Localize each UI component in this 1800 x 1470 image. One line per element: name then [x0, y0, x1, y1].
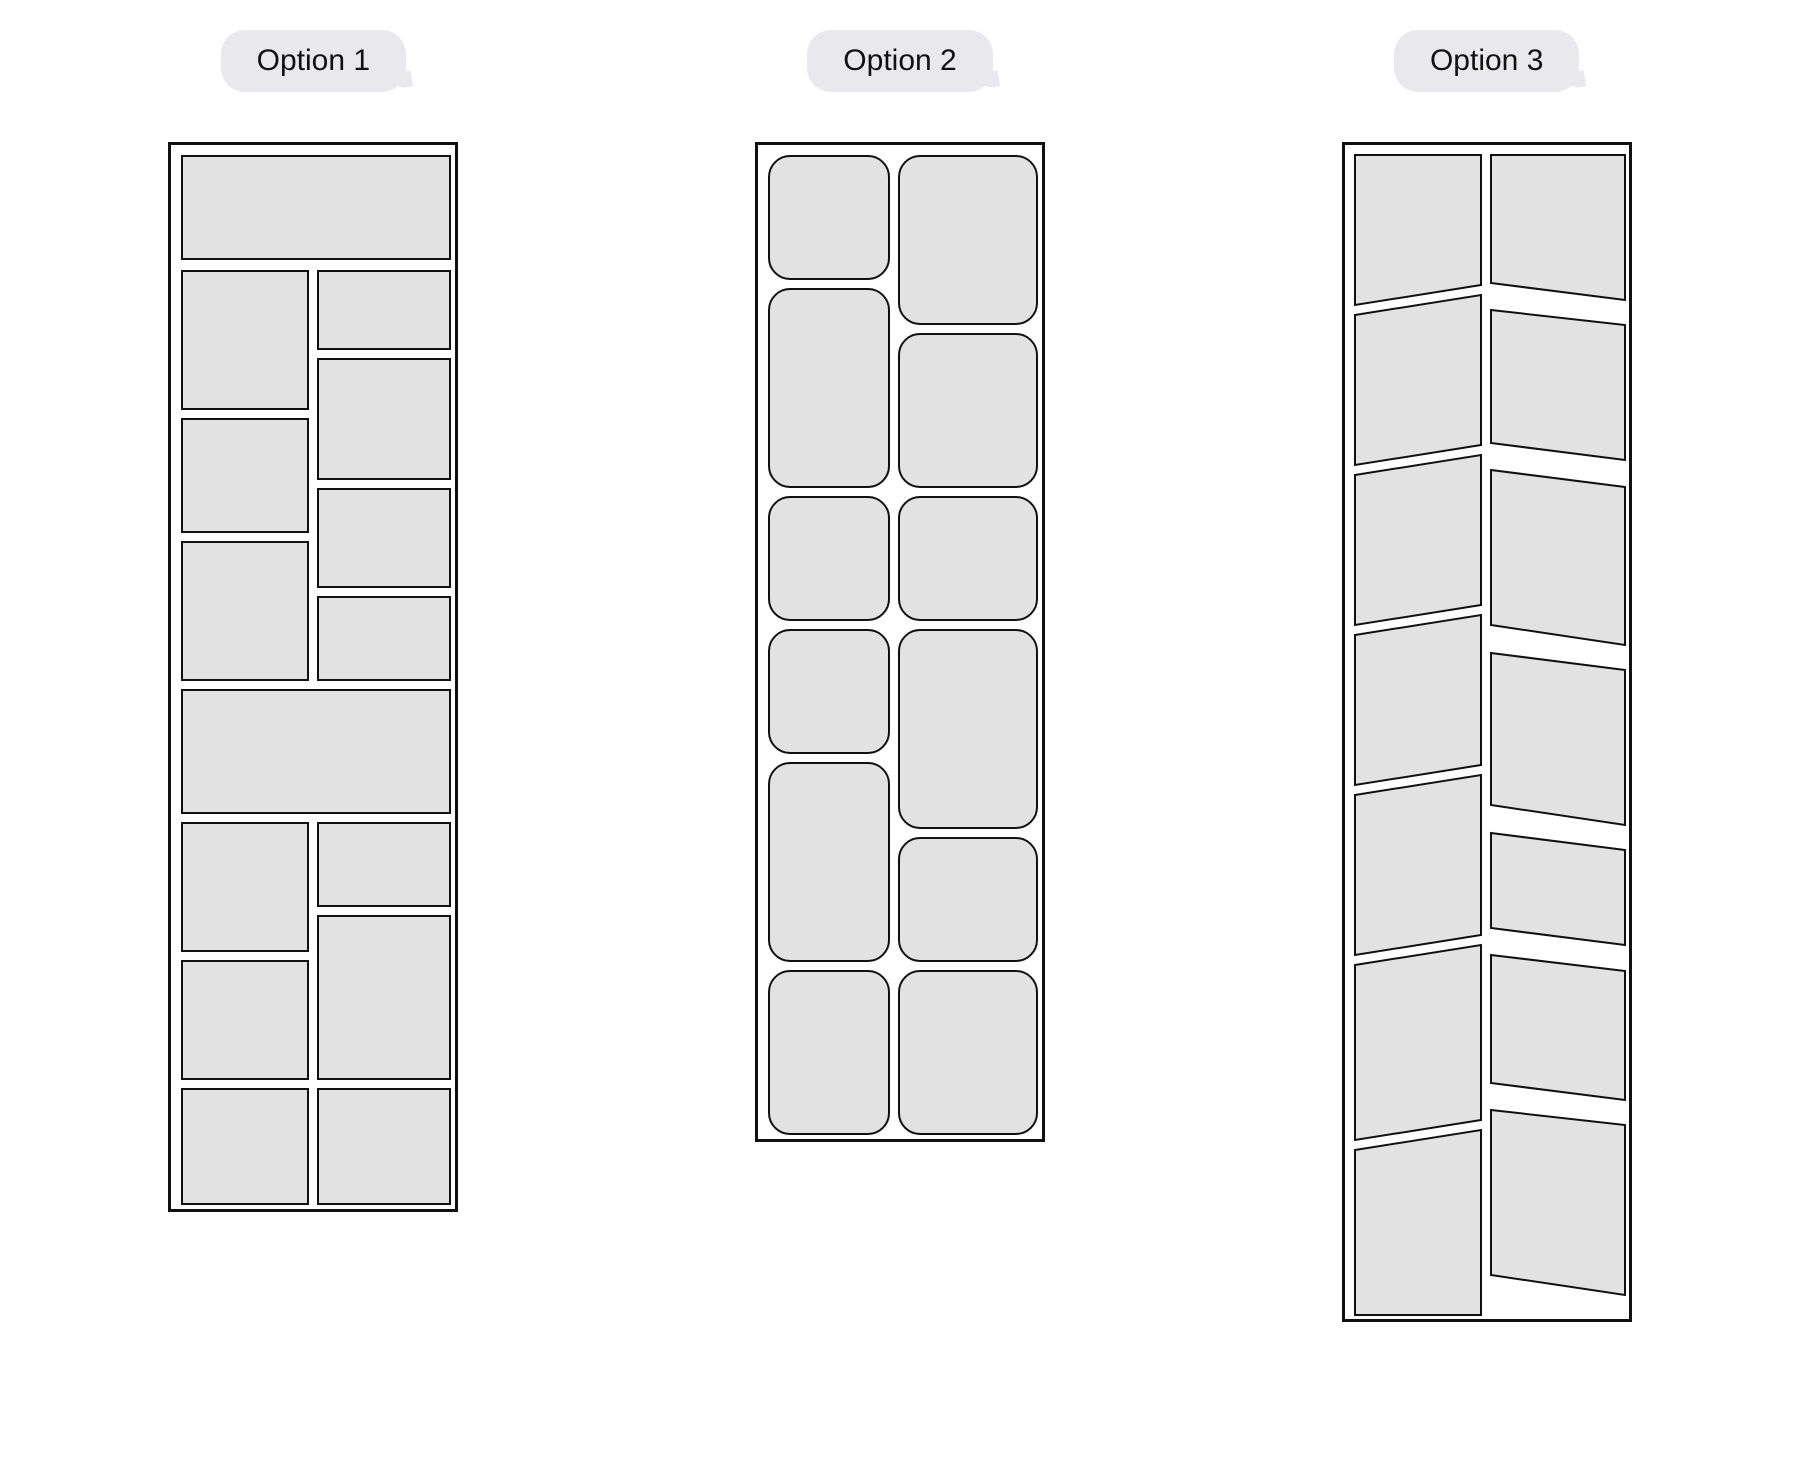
- layout-tile: [317, 1088, 451, 1205]
- layout-frame-3: [1342, 142, 1632, 1322]
- layout-tile: [898, 629, 1038, 829]
- layout-tile: [1355, 295, 1481, 465]
- layout-frame-1: [168, 142, 458, 1212]
- layout-tile: [181, 689, 451, 814]
- option-label-1: Option 1: [221, 30, 406, 92]
- layout-tile: [1491, 470, 1625, 645]
- layout-tile: [1355, 455, 1481, 625]
- layout-tile: [317, 596, 451, 681]
- layout-tile: [1491, 955, 1625, 1100]
- layout-tile: [768, 155, 890, 280]
- layout-tile: [1491, 155, 1625, 300]
- layout-tile: [1355, 1130, 1481, 1315]
- layout-tile: [181, 822, 309, 952]
- layout-tile: [317, 915, 451, 1080]
- layout-tile: [898, 155, 1038, 325]
- option-label-3: Option 3: [1394, 30, 1579, 92]
- layout-tile: [768, 762, 890, 962]
- layout-tile: [898, 837, 1038, 962]
- layout-tile: [317, 488, 451, 588]
- option-column-1: Option 1: [60, 30, 567, 1212]
- option-label-2: Option 2: [807, 30, 992, 92]
- layout-tile: [898, 333, 1038, 488]
- layout-tile: [768, 496, 890, 621]
- layout-tile: [181, 1088, 309, 1205]
- layout-tile: [1491, 310, 1625, 460]
- layout-tile: [181, 155, 451, 260]
- layout-tile: [181, 541, 309, 681]
- layout-tile: [1491, 1110, 1625, 1295]
- layout-tile: [317, 358, 451, 480]
- layout-tile: [1355, 945, 1481, 1140]
- layout-tile: [1491, 833, 1625, 945]
- layout-tile: [1491, 653, 1625, 825]
- layout-tile: [768, 970, 890, 1135]
- layout-tile: [898, 970, 1038, 1135]
- options-comparison: Option 1 Option 2 Option 3: [0, 0, 1800, 1352]
- layout-tile: [181, 270, 309, 410]
- layout-svg: [1345, 145, 1635, 1325]
- option-column-2: Option 2: [647, 30, 1154, 1142]
- layout-tile: [768, 629, 890, 754]
- layout-tile: [181, 418, 309, 533]
- layout-tile: [181, 960, 309, 1080]
- option-column-3: Option 3: [1233, 30, 1740, 1322]
- layout-tile: [898, 496, 1038, 621]
- layout-frame-2: [755, 142, 1045, 1142]
- layout-tile: [317, 270, 451, 350]
- layout-tile: [317, 822, 451, 907]
- layout-tile: [768, 288, 890, 488]
- layout-tile: [1355, 775, 1481, 955]
- layout-tile: [1355, 615, 1481, 785]
- layout-tile: [1355, 155, 1481, 305]
